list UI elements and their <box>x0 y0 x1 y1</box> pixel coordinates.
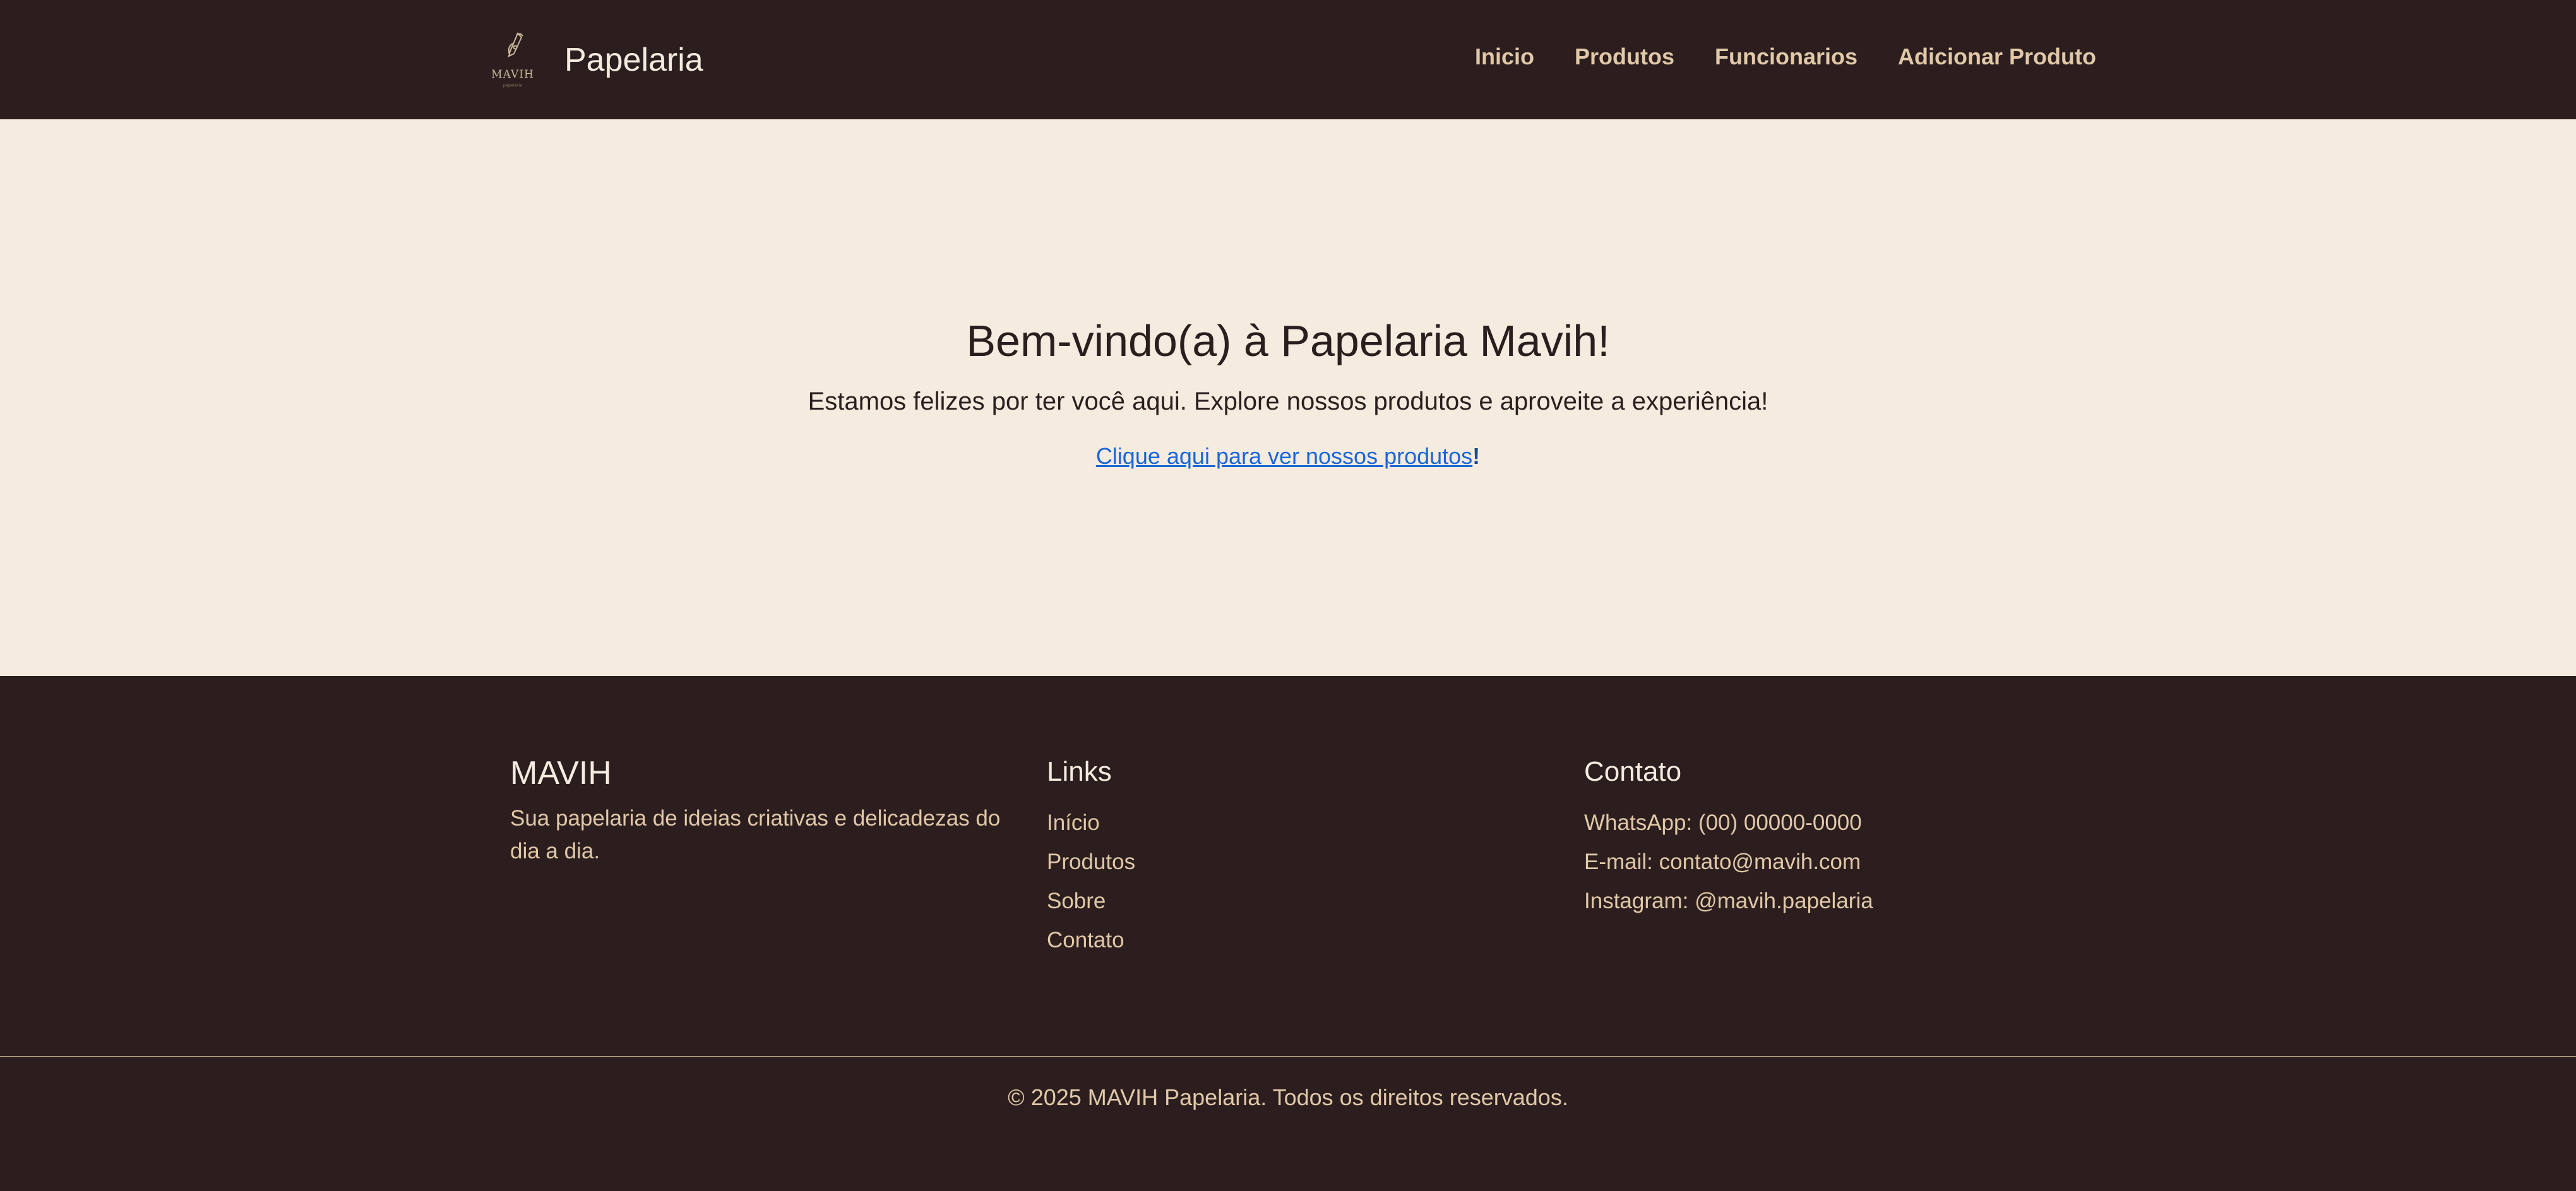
logo-subtext: papelaria <box>503 83 523 88</box>
brand-name: Papelaria <box>564 42 703 78</box>
footer-link-item: Início <box>1047 803 1552 843</box>
contact-email: E-mail: contato@mavih.com <box>1584 850 1861 874</box>
footer-link-item: Sobre <box>1047 882 1552 921</box>
footer-links-list: Início Produtos Sobre Contato <box>1047 803 1552 960</box>
footer-about-description: Sua papelaria de ideias criativas e deli… <box>510 806 1001 863</box>
footer-divider <box>0 1056 2576 1057</box>
footer-links-title: Links <box>1047 756 1112 787</box>
logo-text: MAVIH <box>491 68 534 81</box>
footer-link-contato[interactable]: Contato <box>1047 928 1124 952</box>
footer-contact: Contato WhatsApp: (00) 00000-0000 E-mail… <box>1584 758 2089 921</box>
nav-link-adicionar-produto[interactable]: Adicionar Produto <box>1898 43 2096 71</box>
copyright: © 2025 MAVIH Papelaria. Todos os direito… <box>1008 1084 1568 1110</box>
nav-link-funcionarios[interactable]: Funcionarios <box>1715 43 1857 71</box>
navbar: MAVIH papelaria Papelaria Inicio Produto… <box>0 0 2576 119</box>
mavih-logo: MAVIH papelaria <box>491 32 534 88</box>
footer-about: MAVIH Sua papelaria de ideias criativas … <box>510 755 1015 868</box>
see-products-link[interactable]: Clique aqui para ver nossos produtos <box>1096 443 1472 469</box>
footer-links: Links Início Produtos Sobre Contato <box>1047 758 1552 960</box>
hero-title: Bem-vindo(a) à Papelaria Mavih! <box>966 316 1610 365</box>
contact-instagram: Instagram: @mavih.papelaria <box>1584 889 1873 913</box>
hero-subtitle: Estamos felizes por ter você aqui. Explo… <box>808 388 1768 415</box>
footer-link-item: Produtos <box>1047 843 1552 882</box>
footer-link-item: Contato <box>1047 921 1552 960</box>
main-nav: Inicio Produtos Funcionarios Adicionar P… <box>1475 43 2096 71</box>
footer-contact-title: Contato <box>1584 756 1682 787</box>
footer-link-sobre[interactable]: Sobre <box>1047 889 1106 913</box>
footer: MAVIH Sua papelaria de ideias criativas … <box>0 676 2576 1191</box>
nav-link-inicio[interactable]: Inicio <box>1475 43 1534 71</box>
footer-link-inicio[interactable]: Início <box>1047 810 1100 835</box>
footer-link-produtos[interactable]: Produtos <box>1047 850 1135 874</box>
brand[interactable]: MAVIH papelaria Papelaria <box>481 25 703 95</box>
contact-whatsapp: WhatsApp: (00) 00000-0000 <box>1584 810 1862 835</box>
nav-link-produtos[interactable]: Produtos <box>1575 43 1674 71</box>
cta-exclamation: ! <box>1472 443 1481 469</box>
footer-about-title: MAVIH <box>510 755 612 791</box>
hero-section: Bem-vindo(a) à Papelaria Mavih! Estamos … <box>0 119 2576 676</box>
hero-cta: Clique aqui para ver nossos produtos! <box>0 444 2576 469</box>
footer-contact-list: WhatsApp: (00) 00000-0000 E-mail: contat… <box>1584 803 2089 921</box>
